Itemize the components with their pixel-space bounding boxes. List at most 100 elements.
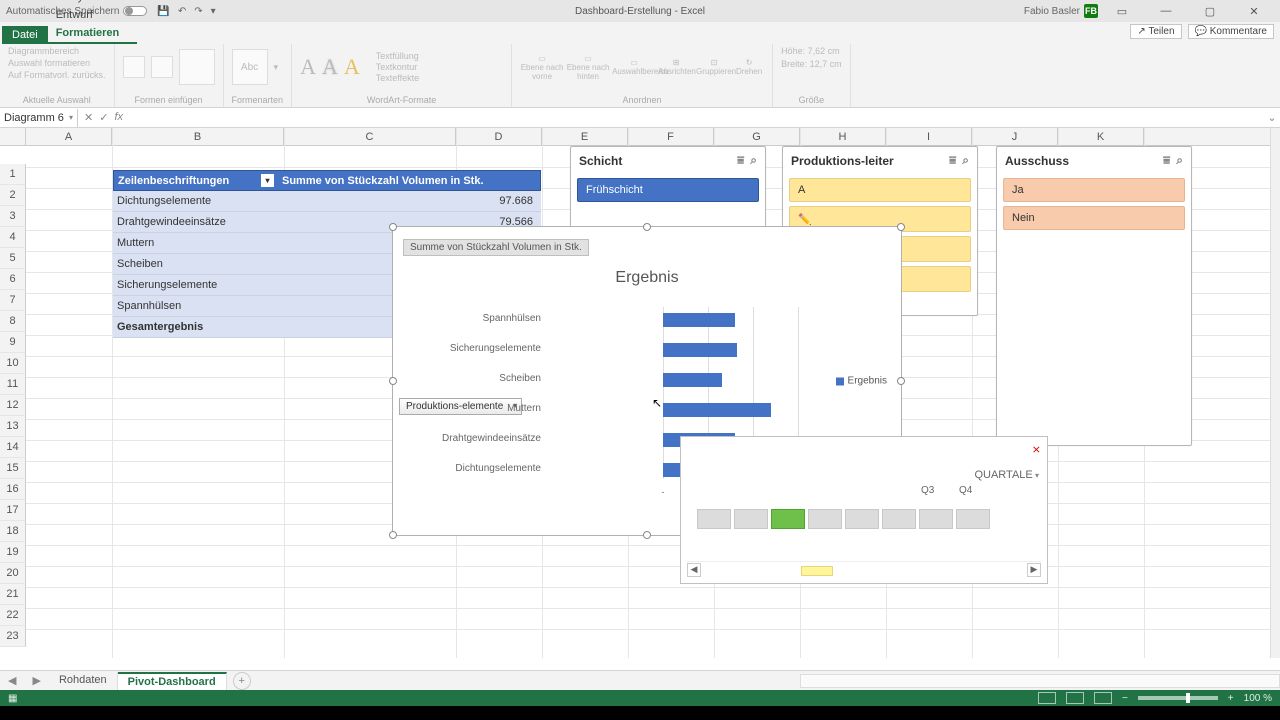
redo-icon[interactable]: ↷: [194, 6, 202, 17]
view-pagelayout-icon[interactable]: [1066, 692, 1084, 704]
spreadsheet-grid[interactable]: ABCDEFGHIJK 1234567891011121314151617181…: [0, 128, 1280, 658]
view-normal-icon[interactable]: [1038, 692, 1056, 704]
timeline-segment[interactable]: [919, 509, 953, 529]
row-header[interactable]: 16: [0, 479, 26, 500]
save-icon[interactable]: 💾: [157, 6, 169, 17]
timeline-scroll-right[interactable]: ▶: [1027, 563, 1041, 577]
chart-category-label: Drahtgewindeeinsätze: [401, 433, 541, 444]
select-all-corner[interactable]: [0, 128, 26, 145]
chart-category-label: Spannhülsen: [401, 313, 541, 324]
row-header[interactable]: 8: [0, 311, 26, 332]
sheet-nav-prev[interactable]: ◀: [0, 674, 24, 687]
zoom-slider[interactable]: [1138, 696, 1218, 700]
slicer-option[interactable]: Nein: [1003, 206, 1185, 230]
row-header[interactable]: 14: [0, 437, 26, 458]
status-bar: ▦ − + 100 %: [0, 690, 1280, 706]
accept-formula-icon[interactable]: ✓: [99, 111, 108, 124]
row-header[interactable]: 17: [0, 500, 26, 521]
comments-button[interactable]: 💬 Kommentare: [1188, 24, 1274, 39]
zoom-in-button[interactable]: +: [1228, 693, 1234, 704]
minimize-button[interactable]: —: [1146, 0, 1186, 22]
row-header[interactable]: 13: [0, 416, 26, 437]
slicer-option[interactable]: Frühschicht: [577, 178, 759, 202]
chart-x-tick: -: [662, 487, 665, 497]
horizontal-scrollbar[interactable]: [800, 674, 1280, 688]
fx-icon[interactable]: fx: [114, 111, 123, 124]
timeline-segment[interactable]: [808, 509, 842, 529]
file-tab[interactable]: Datei: [2, 26, 48, 44]
user-avatar[interactable]: FB: [1084, 4, 1098, 18]
row-header[interactable]: 23: [0, 626, 26, 647]
chart-bar: [663, 343, 737, 357]
slicer-ausschuss[interactable]: Ausschuss ⩸⌕ Ja Nein: [996, 146, 1192, 446]
pivot-data-row[interactable]: Dichtungselemente97.668: [113, 191, 541, 212]
row-header[interactable]: 7: [0, 290, 26, 311]
slicer-option[interactable]: A: [789, 178, 971, 202]
sheet-tab[interactable]: Rohdaten: [49, 672, 118, 690]
name-box[interactable]: Diagramm 6▾: [0, 109, 78, 127]
row-header[interactable]: 12: [0, 395, 26, 416]
pivot-row-filter-icon[interactable]: ▾: [261, 174, 274, 187]
clear-filter-icon[interactable]: ⌕: [1176, 153, 1183, 168]
row-header[interactable]: 9: [0, 332, 26, 353]
row-header[interactable]: 15: [0, 458, 26, 479]
timeline-scroll-thumb[interactable]: [707, 566, 1021, 574]
row-header[interactable]: 20: [0, 563, 26, 584]
ribbon: Diagrammbereich Auswahl formatieren Auf …: [0, 44, 1280, 108]
timeline-segment[interactable]: [697, 509, 731, 529]
vertical-scrollbar[interactable]: [1270, 128, 1280, 658]
multiselect-icon[interactable]: ⩸: [1163, 153, 1170, 168]
view-pagebreak-icon[interactable]: [1094, 692, 1112, 704]
row-header[interactable]: 2: [0, 185, 26, 206]
clear-filter-icon[interactable]: ⌕: [750, 153, 757, 168]
document-title: Dashboard-Erstellung - Excel: [575, 6, 705, 17]
row-header[interactable]: 22: [0, 605, 26, 626]
close-button[interactable]: ✕: [1234, 0, 1274, 22]
ribbon-tab[interactable]: Entwurf: [48, 6, 137, 24]
multiselect-icon[interactable]: ⩸: [949, 153, 956, 168]
share-button[interactable]: ↗ Teilen: [1130, 24, 1181, 39]
zoom-out-button[interactable]: −: [1122, 693, 1128, 704]
ribbon-tabs: Datei StartEinfügenSeitenlayoutFormelnDa…: [0, 22, 1280, 44]
ribbon-tab[interactable]: Formatieren: [48, 24, 137, 44]
maximize-button[interactable]: ▢: [1190, 0, 1230, 22]
add-sheet-button[interactable]: +: [233, 672, 251, 690]
timeline-segment[interactable]: [771, 509, 805, 529]
row-header[interactable]: 4: [0, 227, 26, 248]
multiselect-icon[interactable]: ⩸: [737, 153, 744, 168]
sheet-tab-bar: ◀ ▶ RohdatenPivot-Dashboard +: [0, 670, 1280, 690]
row-header[interactable]: 6: [0, 269, 26, 290]
sheet-tab[interactable]: Pivot-Dashboard: [118, 672, 227, 690]
zoom-level[interactable]: 100 %: [1244, 693, 1272, 704]
row-header[interactable]: 1: [0, 164, 26, 185]
sheet-nav-next[interactable]: ▶: [24, 674, 48, 687]
chart-category-label: Muttern: [401, 403, 541, 414]
timeline-segment[interactable]: [956, 509, 990, 529]
title-bar: Automatisches Speichern 💾 ↶ ↷ ▾ Dashboar…: [0, 0, 1280, 22]
timeline-slicer[interactable]: ⨯ QUARTALE Q3 Q4 ◀ ▶: [680, 436, 1048, 584]
row-header[interactable]: 5: [0, 248, 26, 269]
timeline-segment[interactable]: [734, 509, 768, 529]
ribbon-display-icon[interactable]: ▭: [1102, 0, 1142, 22]
chart-field-tag[interactable]: Summe von Stückzahl Volumen in Stk.: [403, 239, 589, 256]
chart-category-label: Scheiben: [401, 373, 541, 384]
row-header[interactable]: 21: [0, 584, 26, 605]
row-header[interactable]: 11: [0, 374, 26, 395]
row-header[interactable]: 10: [0, 353, 26, 374]
clear-filter-icon[interactable]: ⌕: [962, 153, 969, 168]
row-header[interactable]: 19: [0, 542, 26, 563]
timeline-segment[interactable]: [882, 509, 916, 529]
expand-formula-bar-icon[interactable]: ⌄: [1264, 111, 1280, 124]
chart-bar: [663, 403, 771, 417]
row-header[interactable]: 3: [0, 206, 26, 227]
timeline-scroll-left[interactable]: ◀: [687, 563, 701, 577]
row-header[interactable]: 18: [0, 521, 26, 542]
timeline-clear-icon[interactable]: ⨯: [1032, 443, 1041, 456]
timeline-segment[interactable]: [845, 509, 879, 529]
timeline-scale-dropdown[interactable]: QUARTALE: [974, 469, 1039, 481]
cancel-formula-icon[interactable]: ✕: [84, 111, 93, 124]
qat-customize-icon[interactable]: ▾: [211, 6, 216, 17]
undo-icon[interactable]: ↶: [178, 6, 186, 17]
slicer-option[interactable]: Ja: [1003, 178, 1185, 202]
slicer-schicht[interactable]: Schicht ⩸⌕ Frühschicht: [570, 146, 766, 230]
